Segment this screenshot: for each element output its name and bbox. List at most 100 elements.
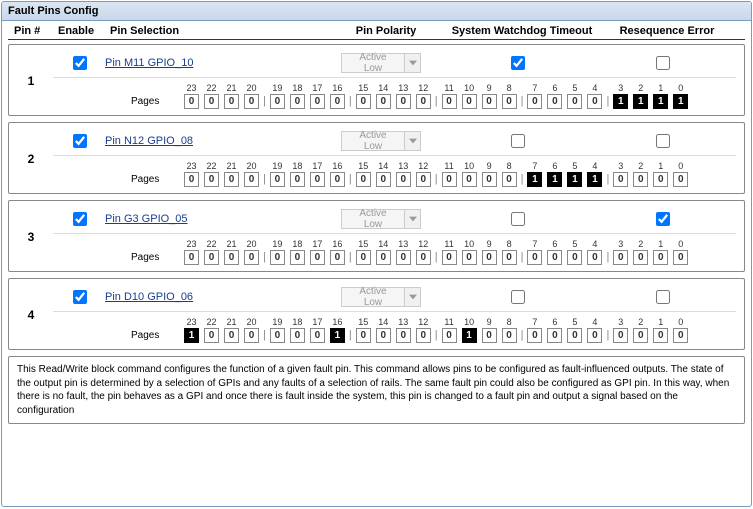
bit-toggle[interactable]: 0 — [204, 328, 219, 343]
resequence-error-checkbox[interactable] — [656, 56, 670, 70]
bit-toggle[interactable]: 0 — [502, 250, 517, 265]
bit-toggle[interactable]: 0 — [567, 94, 582, 109]
bit-toggle[interactable]: 1 — [633, 94, 648, 109]
bit-toggle[interactable]: 0 — [587, 94, 602, 109]
bit-toggle[interactable]: 0 — [547, 94, 562, 109]
bit-toggle[interactable]: 0 — [270, 328, 285, 343]
bit-toggle[interactable]: 0 — [482, 172, 497, 187]
bit-toggle[interactable]: 0 — [673, 250, 688, 265]
bit-toggle[interactable]: 0 — [396, 94, 411, 109]
bit-toggle[interactable]: 0 — [416, 172, 431, 187]
bit-toggle[interactable]: 0 — [270, 94, 285, 109]
bit-toggle[interactable]: 0 — [224, 250, 239, 265]
bit-toggle[interactable]: 0 — [462, 172, 477, 187]
bit-toggle[interactable]: 0 — [184, 172, 199, 187]
bit-toggle[interactable]: 1 — [547, 172, 562, 187]
pin-selection-link[interactable]: Pin M11 GPIO_10 — [105, 57, 193, 69]
system-watchdog-timeout-checkbox[interactable] — [511, 290, 525, 304]
bit-toggle[interactable]: 0 — [396, 250, 411, 265]
bit-toggle[interactable]: 0 — [462, 94, 477, 109]
pin-selection-link[interactable]: Pin N12 GPIO_08 — [105, 135, 193, 147]
bit-toggle[interactable]: 0 — [224, 94, 239, 109]
bit-toggle[interactable]: 0 — [653, 250, 668, 265]
bit-toggle[interactable]: 0 — [482, 250, 497, 265]
system-watchdog-timeout-checkbox[interactable] — [511, 56, 525, 70]
bit-toggle[interactable]: 0 — [482, 328, 497, 343]
pin-selection-link[interactable]: Pin D10 GPIO_06 — [105, 291, 193, 303]
bit-toggle[interactable]: 0 — [416, 250, 431, 265]
bit-toggle[interactable]: 0 — [356, 250, 371, 265]
system-watchdog-timeout-checkbox[interactable] — [511, 212, 525, 226]
bit-toggle[interactable]: 0 — [442, 94, 457, 109]
bit-toggle[interactable]: 0 — [356, 94, 371, 109]
bit-toggle[interactable]: 1 — [653, 94, 668, 109]
bit-toggle[interactable]: 0 — [633, 328, 648, 343]
enable-checkbox[interactable] — [73, 212, 87, 226]
bit-toggle[interactable]: 0 — [224, 328, 239, 343]
bit-toggle[interactable]: 0 — [396, 328, 411, 343]
bit-toggle[interactable]: 0 — [330, 94, 345, 109]
bit-toggle[interactable]: 0 — [244, 172, 259, 187]
resequence-error-checkbox[interactable] — [656, 212, 670, 226]
bit-toggle[interactable]: 0 — [356, 172, 371, 187]
bit-toggle[interactable]: 0 — [204, 94, 219, 109]
bit-toggle[interactable]: 0 — [673, 172, 688, 187]
bit-toggle[interactable]: 0 — [204, 250, 219, 265]
bit-toggle[interactable]: 0 — [376, 172, 391, 187]
bit-toggle[interactable]: 1 — [567, 172, 582, 187]
bit-toggle[interactable]: 0 — [290, 172, 305, 187]
resequence-error-checkbox[interactable] — [656, 290, 670, 304]
bit-toggle[interactable]: 0 — [673, 328, 688, 343]
bit-toggle[interactable]: 0 — [527, 94, 542, 109]
bit-toggle[interactable]: 0 — [290, 94, 305, 109]
bit-toggle[interactable]: 0 — [184, 250, 199, 265]
bit-toggle[interactable]: 0 — [376, 250, 391, 265]
bit-toggle[interactable]: 0 — [567, 328, 582, 343]
bit-toggle[interactable]: 0 — [587, 250, 602, 265]
bit-toggle[interactable]: 0 — [587, 328, 602, 343]
bit-toggle[interactable]: 0 — [310, 250, 325, 265]
bit-toggle[interactable]: 0 — [310, 172, 325, 187]
bit-toggle[interactable]: 0 — [442, 172, 457, 187]
bit-toggle[interactable]: 0 — [613, 250, 628, 265]
bit-toggle[interactable]: 0 — [416, 94, 431, 109]
bit-toggle[interactable]: 1 — [673, 94, 688, 109]
bit-toggle[interactable]: 0 — [330, 250, 345, 265]
pin-polarity-select[interactable]: Active Low — [341, 131, 421, 151]
bit-toggle[interactable]: 0 — [567, 250, 582, 265]
bit-toggle[interactable]: 0 — [244, 328, 259, 343]
bit-toggle[interactable]: 0 — [633, 172, 648, 187]
bit-toggle[interactable]: 0 — [224, 172, 239, 187]
bit-toggle[interactable]: 0 — [462, 250, 477, 265]
bit-toggle[interactable]: 1 — [527, 172, 542, 187]
bit-toggle[interactable]: 0 — [244, 94, 259, 109]
bit-toggle[interactable]: 0 — [356, 328, 371, 343]
enable-checkbox[interactable] — [73, 56, 87, 70]
bit-toggle[interactable]: 0 — [613, 172, 628, 187]
bit-toggle[interactable]: 0 — [613, 328, 628, 343]
bit-toggle[interactable]: 0 — [633, 250, 648, 265]
bit-toggle[interactable]: 0 — [527, 328, 542, 343]
bit-toggle[interactable]: 0 — [502, 328, 517, 343]
bit-toggle[interactable]: 1 — [587, 172, 602, 187]
bit-toggle[interactable]: 1 — [462, 328, 477, 343]
bit-toggle[interactable]: 1 — [613, 94, 628, 109]
bit-toggle[interactable]: 0 — [270, 250, 285, 265]
bit-toggle[interactable]: 0 — [653, 172, 668, 187]
enable-checkbox[interactable] — [73, 290, 87, 304]
bit-toggle[interactable]: 0 — [330, 172, 345, 187]
bit-toggle[interactable]: 0 — [270, 172, 285, 187]
bit-toggle[interactable]: 0 — [310, 94, 325, 109]
bit-toggle[interactable]: 0 — [376, 328, 391, 343]
bit-toggle[interactable]: 0 — [653, 328, 668, 343]
pin-selection-link[interactable]: Pin G3 GPIO_05 — [105, 213, 188, 225]
bit-toggle[interactable]: 0 — [547, 250, 562, 265]
bit-toggle[interactable]: 0 — [547, 328, 562, 343]
system-watchdog-timeout-checkbox[interactable] — [511, 134, 525, 148]
bit-toggle[interactable]: 0 — [442, 250, 457, 265]
bit-toggle[interactable]: 0 — [482, 94, 497, 109]
bit-toggle[interactable]: 0 — [502, 172, 517, 187]
resequence-error-checkbox[interactable] — [656, 134, 670, 148]
enable-checkbox[interactable] — [73, 134, 87, 148]
bit-toggle[interactable]: 0 — [204, 172, 219, 187]
